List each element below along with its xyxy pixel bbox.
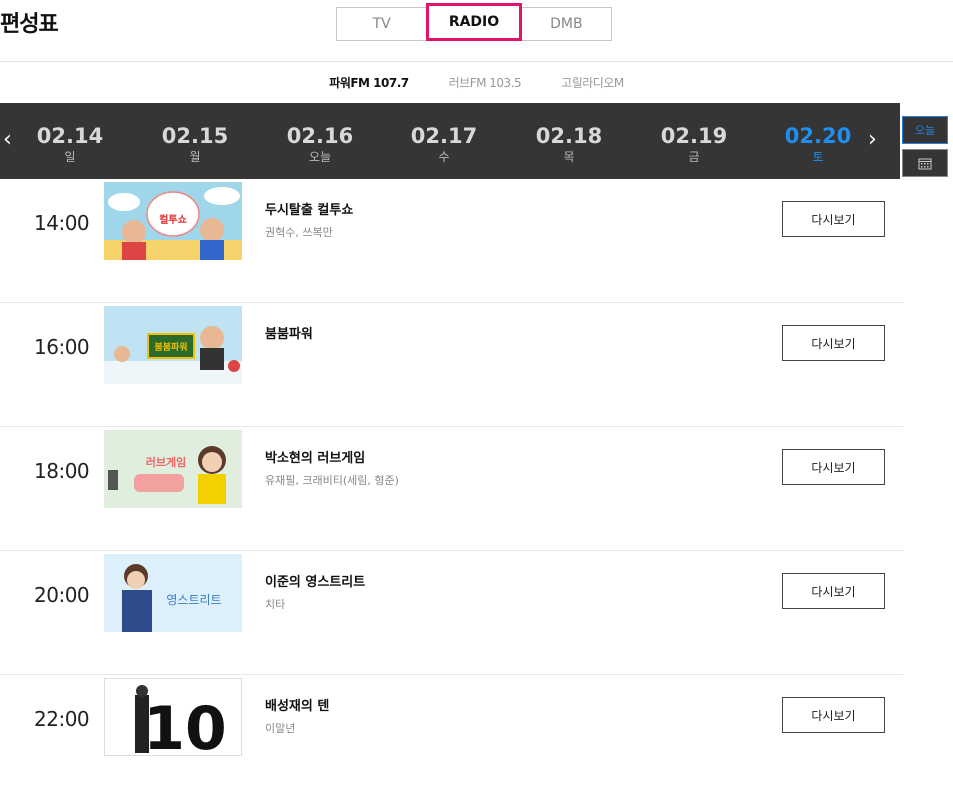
- thumbnail-logo-text: 러브게임: [146, 455, 186, 469]
- calendar-button[interactable]: [902, 149, 948, 177]
- date-weekday: 월: [189, 150, 201, 164]
- channel-tab-powerfm[interactable]: 파워FM 107.7: [309, 74, 428, 91]
- replay-button[interactable]: 다시보기: [782, 449, 885, 485]
- program-time: 14:00: [34, 211, 90, 235]
- date-number: 02.20: [784, 124, 852, 148]
- date-item[interactable]: 02.17 수: [394, 124, 494, 164]
- replay-button[interactable]: 다시보기: [782, 201, 885, 237]
- calendar-icon: [918, 158, 932, 169]
- date-item[interactable]: 02.19 금: [644, 124, 744, 164]
- prev-week-chevron-icon[interactable]: ‹: [3, 129, 12, 151]
- thumbnail-logo-text: 컬투쇼: [159, 213, 187, 226]
- channel-tab-lovefm[interactable]: 러브FM 103.5: [429, 74, 542, 91]
- program-row: 22:00 10 배성재의 텐 이말년 다시보기: [0, 675, 903, 799]
- program-title[interactable]: 붐붐파워: [265, 323, 313, 342]
- channel-tabs: 파워FM 107.7 러브FM 103.5 고릴라디오M: [0, 74, 953, 91]
- date-item[interactable]: 02.16 오늘: [270, 124, 370, 164]
- program-title[interactable]: 배성재의 텐: [265, 695, 329, 714]
- replay-button[interactable]: 다시보기: [782, 697, 885, 733]
- date-weekday: 토: [812, 150, 824, 164]
- today-button[interactable]: 오늘: [902, 116, 948, 144]
- date-item-selected[interactable]: 02.20 토: [768, 124, 868, 164]
- program-host: 이말년: [265, 722, 296, 735]
- date-weekday: 수: [438, 150, 450, 164]
- media-tabs: TV RADIO DMB: [336, 3, 612, 41]
- program-row: 16:00 붐붐파워 붐붐파워 다시보기: [0, 303, 903, 427]
- tab-dmb[interactable]: DMB: [522, 8, 611, 40]
- replay-button[interactable]: 다시보기: [782, 573, 885, 609]
- header-divider: [0, 61, 953, 62]
- program-host: 치타: [265, 598, 286, 611]
- date-item[interactable]: 02.15 월: [145, 124, 245, 164]
- channel-tab-gorealradio[interactable]: 고릴라디오M: [541, 74, 644, 91]
- thumbnail-logo-text: 영스트리트: [166, 593, 221, 607]
- program-row: 14:00 컬투쇼 두시탈출 컬투쇼 권혁수, 쓰복만 다시보기: [0, 179, 903, 303]
- date-item[interactable]: 02.18 목: [519, 124, 619, 164]
- program-thumbnail[interactable]: 영스트리트: [104, 554, 242, 632]
- date-number: 02.16: [286, 124, 354, 148]
- date-item[interactable]: 02.14 일: [20, 124, 120, 164]
- date-number: 02.14: [36, 124, 104, 148]
- date-weekday: 목: [563, 150, 575, 164]
- tab-radio[interactable]: RADIO: [426, 3, 522, 41]
- program-thumbnail[interactable]: 컬투쇼: [104, 182, 242, 260]
- program-thumbnail[interactable]: 러브게임: [104, 430, 242, 508]
- page-title: 편성표: [0, 12, 59, 37]
- program-title[interactable]: 두시탈출 컬투쇼: [265, 199, 353, 218]
- date-number: 02.18: [535, 124, 603, 148]
- program-thumbnail[interactable]: 10: [104, 678, 242, 756]
- program-thumbnail[interactable]: 붐붐파워: [104, 306, 242, 384]
- program-time: 18:00: [34, 459, 90, 483]
- program-row: 18:00 러브게임 박소현의 러브게임 유재필, 크래비티(세림, 형준) 다…: [0, 427, 903, 551]
- program-row: 20:00 영스트리트 이준의 영스트리트 치타 다시보기: [0, 551, 903, 675]
- program-time: 20:00: [34, 583, 90, 607]
- thumbnail-logo-text: 10: [143, 694, 227, 755]
- date-bar: ‹ 02.14 일 02.15 월 02.16 오늘 02.17 수 02.18 목 02…: [0, 103, 900, 179]
- date-number: 02.19: [660, 124, 728, 148]
- date-weekday: 금: [688, 150, 700, 164]
- next-week-chevron-icon[interactable]: ›: [868, 129, 877, 151]
- date-number: 02.17: [410, 124, 478, 148]
- program-host: 권혁수, 쓰복만: [265, 226, 333, 239]
- date-number: 02.15: [161, 124, 229, 148]
- program-title[interactable]: 박소현의 러브게임: [265, 447, 365, 466]
- program-title[interactable]: 이준의 영스트리트: [265, 571, 365, 590]
- thumbnail-logo-text: 붐붐파워: [154, 341, 187, 353]
- program-time: 16:00: [34, 335, 90, 359]
- tab-tv[interactable]: TV: [337, 8, 426, 40]
- date-weekday: 일: [64, 150, 76, 164]
- program-time: 22:00: [34, 707, 90, 731]
- program-host: 유재필, 크래비티(세림, 형준): [265, 474, 399, 487]
- date-weekday: 오늘: [308, 150, 332, 164]
- replay-button[interactable]: 다시보기: [782, 325, 885, 361]
